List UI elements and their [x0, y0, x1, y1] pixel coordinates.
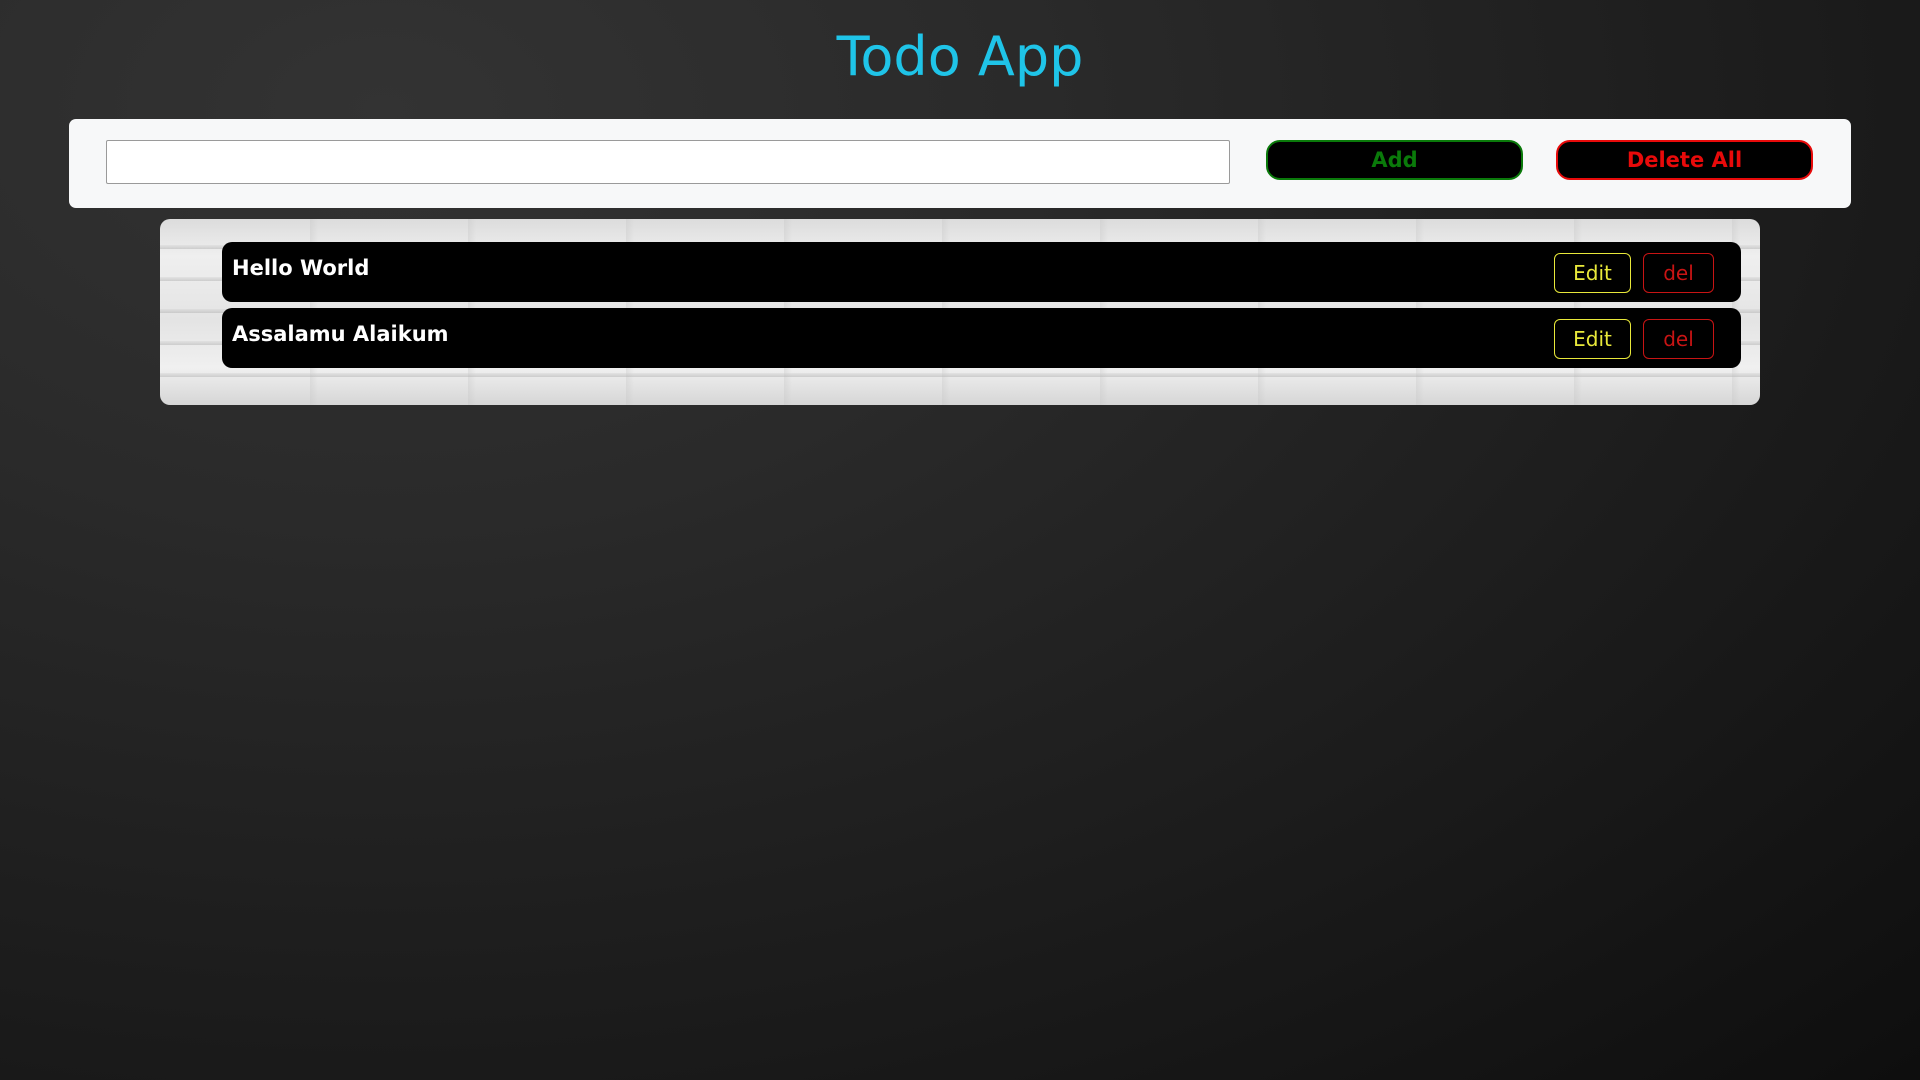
delete-button[interactable]: del: [1643, 319, 1714, 359]
edit-button[interactable]: Edit: [1554, 253, 1631, 293]
todo-item: Hello World Edit del: [222, 242, 1741, 302]
delete-button[interactable]: del: [1643, 253, 1714, 293]
todo-item-text: Hello World: [232, 256, 370, 280]
page-title: Todo App: [836, 25, 1084, 88]
delete-all-button[interactable]: Delete All: [1556, 140, 1813, 180]
edit-button[interactable]: Edit: [1554, 319, 1631, 359]
todo-item-text: Assalamu Alaikum: [232, 322, 449, 346]
add-button[interactable]: Add: [1266, 140, 1523, 180]
input-panel: Add Delete All: [69, 119, 1851, 208]
todo-list: Hello World Edit del Assalamu Alaikum Ed…: [160, 219, 1760, 405]
todo-input[interactable]: [106, 140, 1230, 184]
todo-item: Assalamu Alaikum Edit del: [222, 308, 1741, 368]
